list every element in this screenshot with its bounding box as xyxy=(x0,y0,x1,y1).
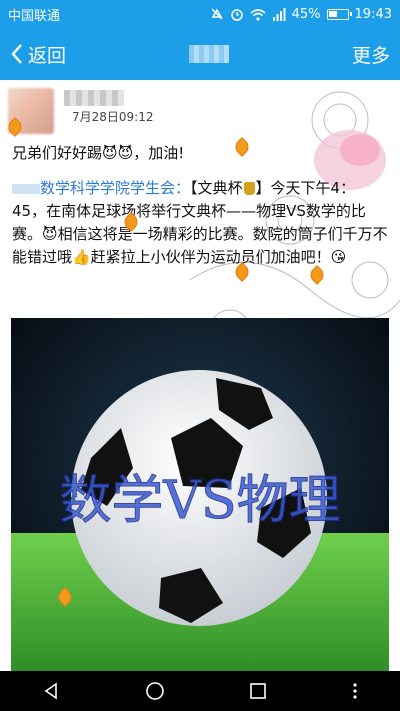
signal-icon xyxy=(272,7,286,21)
back-button[interactable]: 返回 xyxy=(10,41,66,68)
alarm-icon xyxy=(230,9,243,21)
carrier-label: 中国联通 xyxy=(8,8,61,24)
quote-author-prefix-blurred xyxy=(12,183,40,194)
quote-author[interactable]: 数学科学学院学生会： xyxy=(40,179,190,197)
battery-percent: 45% xyxy=(291,6,321,22)
post-time: 7月28日09:12 xyxy=(72,110,154,124)
post-text: 兄弟们好好踢😈😈，加油! xyxy=(12,144,185,162)
clock: 19:43 xyxy=(354,6,392,22)
menu-dots-icon[interactable] xyxy=(352,682,358,700)
battery-icon xyxy=(326,8,352,20)
system-nav-bar xyxy=(0,671,400,711)
back-label: 返回 xyxy=(28,44,67,67)
mute-icon xyxy=(211,8,223,20)
chevron-left-icon xyxy=(11,44,22,64)
quote-text-part1: 【文典杯 xyxy=(190,179,243,197)
post-photo[interactable]: 数学VS物理 xyxy=(11,318,389,671)
more-button[interactable]: 更多 xyxy=(352,41,390,68)
wifi-icon xyxy=(250,8,266,21)
home-circle-icon[interactable] xyxy=(145,681,165,701)
user-name-blurred[interactable] xyxy=(64,90,124,106)
page-title-blurred xyxy=(189,45,229,63)
quoted-post[interactable]: 数学科学学院学生会：【文典杯 】今天下午4：45，在南体足球场将举行文典杯——物理… xyxy=(12,177,388,269)
trophy-icon xyxy=(243,182,255,195)
back-triangle-icon[interactable] xyxy=(42,682,60,700)
post-content: 7月28日09:12 兄弟们好好踢😈😈，加油! 数学科学学院学生会：【文典杯 】今… xyxy=(0,80,400,671)
nav-bar: 返回 更多 xyxy=(0,28,400,80)
status-bar: 中国联通 45% 19:43 xyxy=(0,0,400,28)
recents-square-icon[interactable] xyxy=(249,682,267,700)
photo-caption: 数学VS物理 xyxy=(59,471,340,531)
